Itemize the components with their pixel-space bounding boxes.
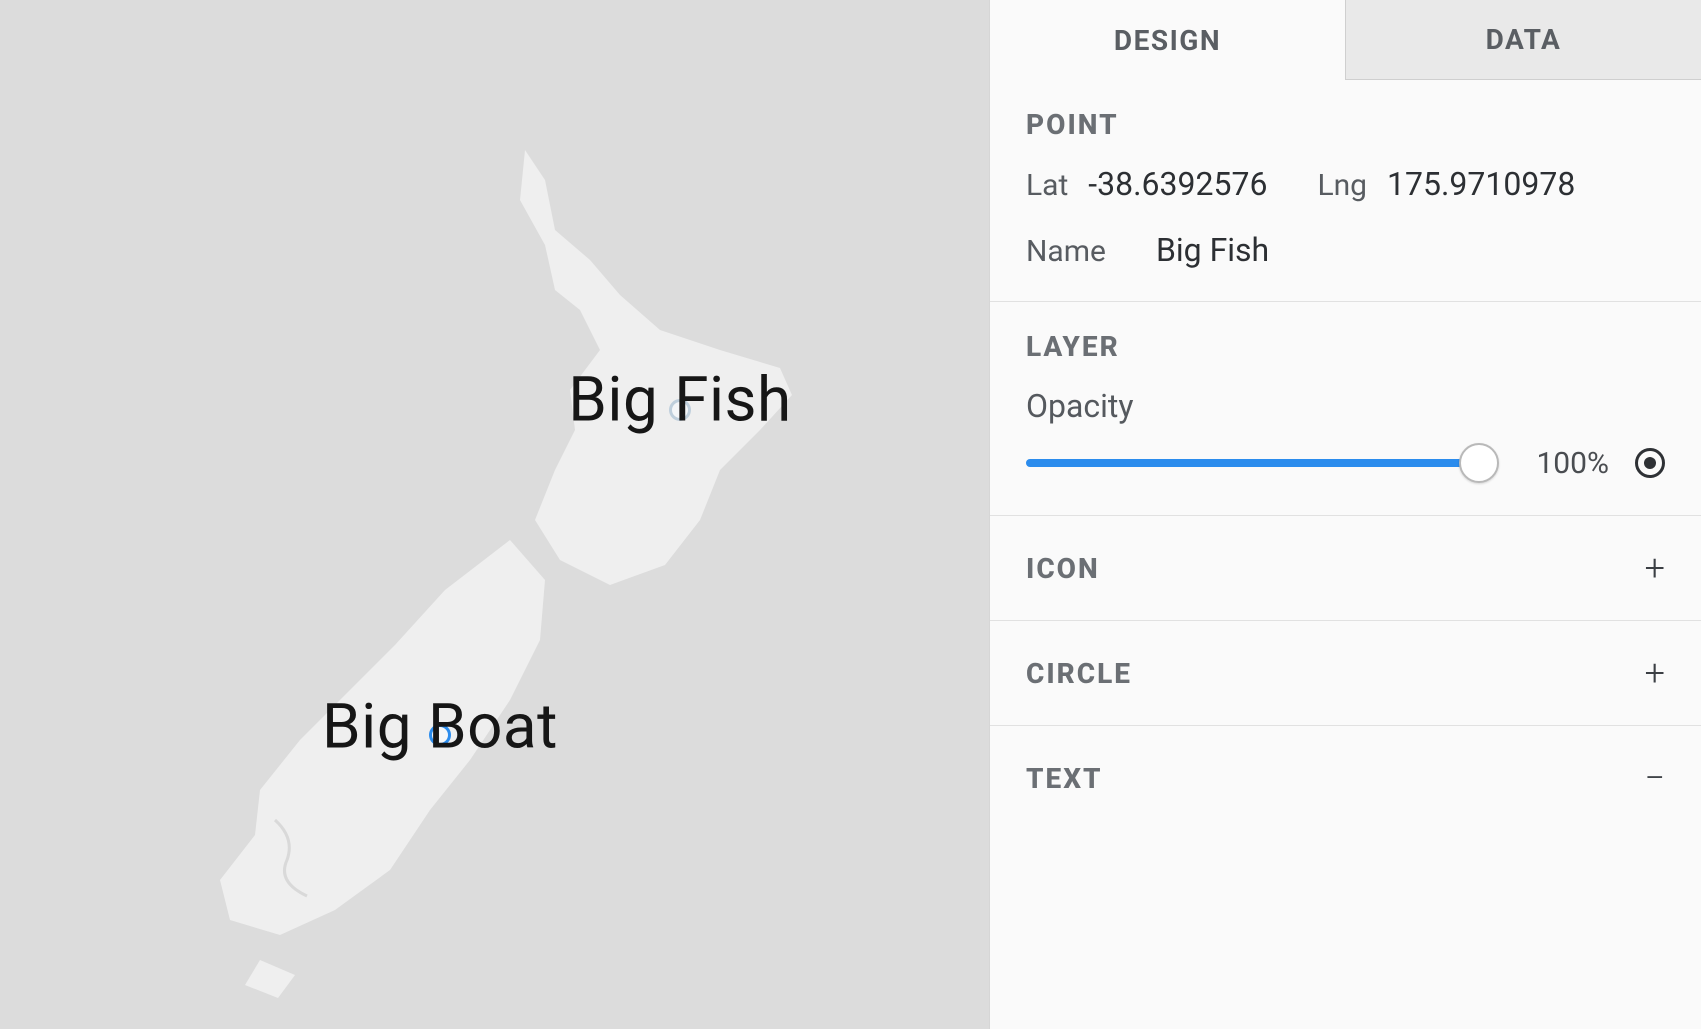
- section-layer: LAYER Opacity 100%: [990, 302, 1701, 516]
- lat-value[interactable]: -38.6392576: [1088, 165, 1267, 203]
- accordion-circle[interactable]: CIRCLE +: [990, 621, 1701, 726]
- tab-data[interactable]: DATA: [1345, 0, 1701, 80]
- accordion-text-title: TEXT: [1026, 762, 1103, 795]
- lng-value[interactable]: 175.9710978: [1387, 165, 1575, 203]
- section-point-title: POINT: [1026, 108, 1665, 141]
- name-label: Name: [1026, 234, 1106, 269]
- lat-label: Lat: [1026, 168, 1068, 203]
- map-label-big-boat: Big Boat: [322, 691, 558, 764]
- opacity-label: Opacity: [1026, 387, 1665, 425]
- tab-design[interactable]: DESIGN: [990, 0, 1345, 80]
- inspector-panel: DESIGN DATA POINT Lat -38.6392576 Lng 17…: [989, 0, 1701, 1029]
- point-name-row: Name Big Fish: [1026, 231, 1665, 269]
- map-label-big-fish: Big Fish: [568, 364, 791, 437]
- opacity-slider[interactable]: [1026, 443, 1493, 483]
- panel-tabs: DESIGN DATA: [990, 0, 1701, 80]
- section-point: POINT Lat -38.6392576 Lng 175.9710978 Na…: [990, 80, 1701, 302]
- name-value[interactable]: Big Fish: [1156, 231, 1269, 269]
- accordion-icon-title: ICON: [1026, 552, 1100, 585]
- plus-icon: +: [1645, 655, 1665, 691]
- visibility-toggle-icon[interactable]: [1635, 448, 1665, 478]
- minus-icon: −: [1644, 760, 1665, 796]
- opacity-value: 100%: [1519, 446, 1609, 481]
- point-latlng-row: Lat -38.6392576 Lng 175.9710978: [1026, 165, 1665, 203]
- accordion-circle-title: CIRCLE: [1026, 657, 1132, 690]
- plus-icon: +: [1645, 550, 1665, 586]
- accordion-text[interactable]: TEXT −: [990, 726, 1701, 830]
- accordion-icon[interactable]: ICON +: [990, 516, 1701, 621]
- map-landmass: [0, 0, 989, 1029]
- map-canvas[interactable]: Big Fish Big Boat: [0, 0, 989, 1029]
- opacity-slider-thumb[interactable]: [1459, 443, 1499, 483]
- section-layer-title: LAYER: [1026, 330, 1665, 363]
- opacity-slider-track: [1026, 459, 1493, 467]
- lng-label: Lng: [1317, 168, 1367, 203]
